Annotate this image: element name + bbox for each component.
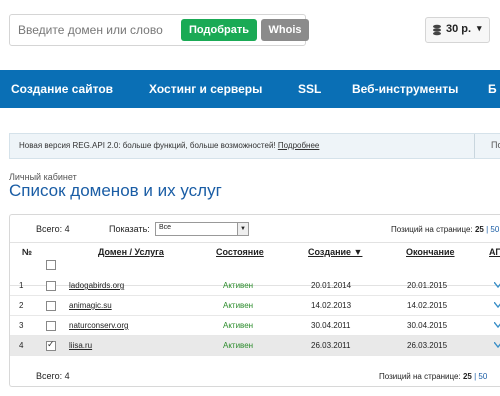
col-num: № xyxy=(22,247,33,257)
per-page-label: Позиций на странице: xyxy=(379,372,461,381)
row-checkbox[interactable] xyxy=(46,301,56,311)
notice-more-link[interactable]: Подробнее xyxy=(278,141,320,150)
show-filter-value: Все xyxy=(159,224,172,231)
expires-date: 14.02.2015 xyxy=(407,301,448,310)
table-row: 3 naturconserv.org Активен 30.04.2011 30… xyxy=(10,316,500,336)
whois-button[interactable]: Whois xyxy=(261,19,309,41)
expires-date: 26.03.2015 xyxy=(407,341,448,350)
select-all-checkbox[interactable] xyxy=(46,260,56,270)
row-num: 1 xyxy=(19,281,24,290)
col-expires[interactable]: Окончание xyxy=(406,247,455,257)
col-api[interactable]: АП xyxy=(489,247,500,257)
arrow-down-icon[interactable] xyxy=(494,302,500,308)
domain-link[interactable]: animagic.su xyxy=(69,301,112,310)
domain-link[interactable]: liisa.ru xyxy=(69,341,92,350)
per-page-50-link[interactable]: | 50 xyxy=(474,372,487,381)
created-date: 30.04.2011 xyxy=(311,321,351,330)
nav-item-more[interactable]: Б xyxy=(488,82,497,96)
footer-total-count: Всего: 4 xyxy=(36,371,70,381)
row-num: 3 xyxy=(19,321,24,330)
table-row: 1 ladogabirds.org Активен 20.01.2014 20.… xyxy=(10,276,500,296)
nav-item-sites[interactable]: Создание сайтов xyxy=(11,82,113,96)
per-page-label: Позиций на странице: xyxy=(391,225,473,234)
col-status[interactable]: Состояние xyxy=(216,247,264,257)
per-page-50-link[interactable]: | 50 xyxy=(486,225,499,234)
per-page-top: Позиций на странице: 25 | 50 xyxy=(391,225,499,234)
created-date: 14.02.2013 xyxy=(311,301,352,310)
notice-side-link[interactable]: По xyxy=(491,140,500,150)
arrow-down-icon[interactable] xyxy=(494,322,500,328)
table-row: 2 animagic.su Активен 14.02.2013 14.02.2… xyxy=(10,296,500,316)
notice-text-wrap: Новая версия REG.API 2.0: больше функций… xyxy=(19,141,319,150)
created-date: 26.03.2011 xyxy=(311,341,351,350)
page-title: Список доменов и их услуг xyxy=(9,181,222,200)
balance-amount: 30 р. xyxy=(446,23,472,35)
status-badge: Активен xyxy=(223,301,254,310)
domain-search-input[interactable] xyxy=(18,21,178,39)
nav-item-ssl[interactable]: SSL xyxy=(298,82,321,96)
status-badge: Активен xyxy=(223,321,254,330)
domain-link[interactable]: ladogabirds.org xyxy=(69,281,124,290)
domain-link[interactable]: naturconserv.org xyxy=(69,321,128,330)
show-filter-select[interactable]: Все ▼ xyxy=(155,222,249,236)
main-nav: Создание сайтов Хостинг и серверы SSL Ве… xyxy=(0,70,500,108)
coins-icon xyxy=(433,24,441,36)
total-count: Всего: 4 xyxy=(36,224,70,234)
col-created[interactable]: Создание ▼ xyxy=(308,247,362,257)
pick-button[interactable]: Подобрать xyxy=(181,19,257,41)
table-row-selected: 4 liisa.ru Активен 26.03.2011 26.03.2015 xyxy=(10,336,500,356)
chevron-down-icon: ▾ xyxy=(477,23,482,33)
notice-text: Новая версия REG.API 2.0: больше функций… xyxy=(19,141,276,150)
nav-item-web-tools[interactable]: Веб-инструменты xyxy=(352,82,458,96)
per-page-current: 25 xyxy=(462,372,472,381)
expires-date: 20.01.2015 xyxy=(407,281,448,290)
balance-dropdown[interactable]: 30 р. ▾ xyxy=(425,17,490,43)
top-bar: Подобрать Whois 30 р. ▾ xyxy=(0,0,500,70)
row-checkbox-checked[interactable] xyxy=(46,339,56,351)
arrow-down-icon[interactable] xyxy=(494,342,500,348)
arrow-down-icon[interactable] xyxy=(494,282,500,288)
domains-panel: Всего: 4 Показать: Все ▼ Позиций на стра… xyxy=(9,214,500,387)
status-badge: Активен xyxy=(223,281,254,290)
show-label: Показать: xyxy=(109,224,150,234)
row-checkbox[interactable] xyxy=(46,321,56,331)
chevron-down-icon: ▼ xyxy=(237,223,248,235)
status-badge: Активен xyxy=(223,341,254,350)
per-page-current: 25 xyxy=(474,225,484,234)
row-num: 4 xyxy=(19,341,24,350)
domain-search-box: Подобрать Whois xyxy=(9,14,309,46)
col-domain[interactable]: Домен / Услуга xyxy=(98,247,164,257)
api-notice: Новая версия REG.API 2.0: больше функций… xyxy=(9,133,500,159)
created-date: 20.01.2014 xyxy=(311,281,352,290)
per-page-bottom: Позиций на странице: 25 | 50 xyxy=(379,372,487,381)
row-num: 2 xyxy=(19,301,24,310)
notice-divider xyxy=(474,134,475,158)
row-checkbox[interactable] xyxy=(46,281,56,291)
nav-item-hosting[interactable]: Хостинг и серверы xyxy=(149,82,262,96)
expires-date: 30.04.2015 xyxy=(407,321,448,330)
